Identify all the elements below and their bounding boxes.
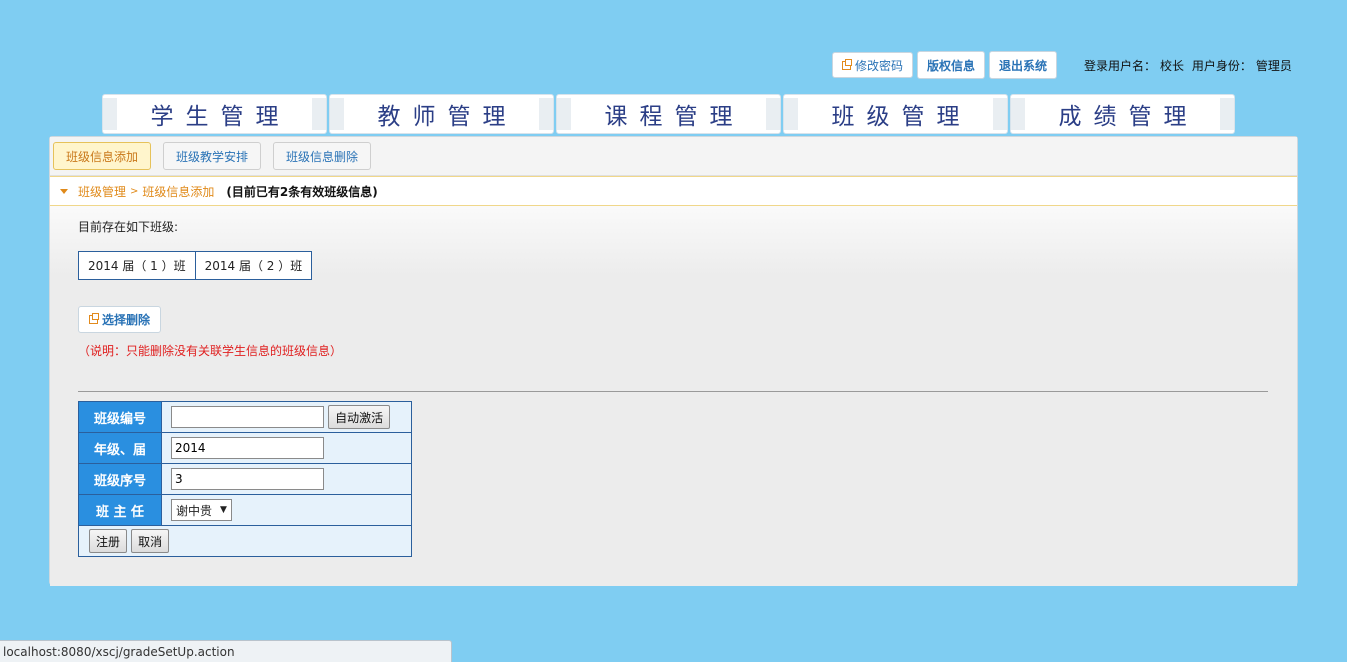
user-role: 管理员 <box>1255 59 1292 73</box>
logout-label: 退出系统 <box>999 58 1048 73</box>
class-list: 2014 届（ 1 ）班 2014 届（ 2 ）班 <box>78 251 313 280</box>
change-password-label: 修改密码 <box>855 58 904 73</box>
cancel-button[interactable]: 取消 <box>131 529 170 553</box>
nav-tab-label: 学生管理 <box>150 104 291 130</box>
breadcrumb-root[interactable]: 班级管理 <box>78 183 126 200</box>
breadcrumb-separator: > <box>130 185 139 197</box>
external-link-icon <box>842 58 852 70</box>
subtab-class-delete[interactable]: 班级信息删除 <box>273 142 372 170</box>
dropdown-arrow-icon: ▼ <box>220 505 227 515</box>
nav-tab-label: 成绩管理 <box>1058 104 1199 130</box>
external-link-icon <box>89 313 99 324</box>
nav-tab-teachers[interactable]: 教师管理 <box>329 94 554 134</box>
delete-note: （说明：只能删除没有关联学生信息的班级信息） <box>78 344 343 358</box>
grade-input[interactable] <box>171 437 324 459</box>
role-label: 用户身份： <box>1191 59 1252 73</box>
top-toolbar: 修改密码 版权信息 退出系统 <box>832 51 1058 79</box>
breadcrumb: 班级管理 > 班级信息添加 (目前已有2条有效班级信息) <box>50 176 1297 206</box>
auto-activate-button[interactable]: 自动激活 <box>328 405 391 429</box>
content-panel: 班级信息添加 班级教学安排 班级信息删除 班级管理 > 班级信息添加 (目前已有… <box>49 136 1298 586</box>
class-seq-label: 班级序号 <box>78 463 162 495</box>
class-no-input[interactable] <box>171 406 324 428</box>
divider <box>78 391 1268 392</box>
breadcrumb-current[interactable]: 班级信息添加 <box>142 183 214 200</box>
subtab-label: 班级信息删除 <box>286 149 359 164</box>
triangle-down-icon <box>60 188 68 194</box>
select-delete-button[interactable]: 选择删除 <box>78 306 162 333</box>
nav-tab-grades[interactable]: 成绩管理 <box>1010 94 1235 134</box>
change-password-button[interactable]: 修改密码 <box>832 52 914 78</box>
copyright-label: 版权信息 <box>927 58 976 73</box>
class-seq-input[interactable] <box>171 468 324 490</box>
nav-tab-students[interactable]: 学生管理 <box>102 94 327 134</box>
existing-classes-label: 目前存在如下班级: <box>78 220 179 234</box>
nav-tab-classes[interactable]: 班级管理 <box>783 94 1008 134</box>
user-name: 校长 <box>1160 59 1185 73</box>
main-nav: 学生管理 教师管理 课程管理 班级管理 成绩管理 <box>102 94 1235 134</box>
status-bar: localhost:8080/xscj/gradeSetUp.action <box>0 640 452 662</box>
user-info: 登录用户名： 校长 用户身份： 管理员 <box>1084 57 1296 74</box>
head-teacher-label: 班 主 任 <box>78 494 162 526</box>
record-count-info: (目前已有2条有效班级信息) <box>226 184 378 199</box>
class-item[interactable]: 2014 届（ 1 ）班 <box>79 252 195 279</box>
subtab-label: 班级信息添加 <box>66 149 139 164</box>
nav-tab-label: 课程管理 <box>604 104 745 130</box>
grade-label: 年级、届 <box>78 432 162 464</box>
class-add-form: 班级编号 自动激活 年级、届 班级序号 班 主 任 <box>78 401 412 557</box>
nav-tab-label: 班级管理 <box>831 104 972 130</box>
head-teacher-select[interactable]: 谢中贵 ▼ <box>171 499 232 521</box>
subtab-class-add[interactable]: 班级信息添加 <box>53 142 152 170</box>
status-url: localhost:8080/xscj/gradeSetUp.action <box>3 644 235 659</box>
nav-tab-courses[interactable]: 课程管理 <box>556 94 781 134</box>
sub-tabs: 班级信息添加 班级教学安排 班级信息删除 <box>50 137 1297 176</box>
head-teacher-selected: 谢中贵 <box>176 503 213 518</box>
subtab-class-schedule[interactable]: 班级教学安排 <box>163 142 262 170</box>
register-button[interactable]: 注册 <box>89 529 128 553</box>
select-delete-label: 选择删除 <box>102 313 151 327</box>
content-body: 目前存在如下班级: 2014 届（ 1 ）班 2014 届（ 2 ）班 选择删除… <box>50 206 1297 586</box>
subtab-label: 班级教学安排 <box>176 149 249 164</box>
class-item[interactable]: 2014 届（ 2 ）班 <box>194 252 312 279</box>
user-label: 登录用户名： <box>1084 59 1157 73</box>
nav-tab-label: 教师管理 <box>377 104 518 130</box>
class-no-label: 班级编号 <box>78 401 162 433</box>
logout-button[interactable]: 退出系统 <box>989 51 1058 79</box>
copyright-button[interactable]: 版权信息 <box>917 51 986 79</box>
